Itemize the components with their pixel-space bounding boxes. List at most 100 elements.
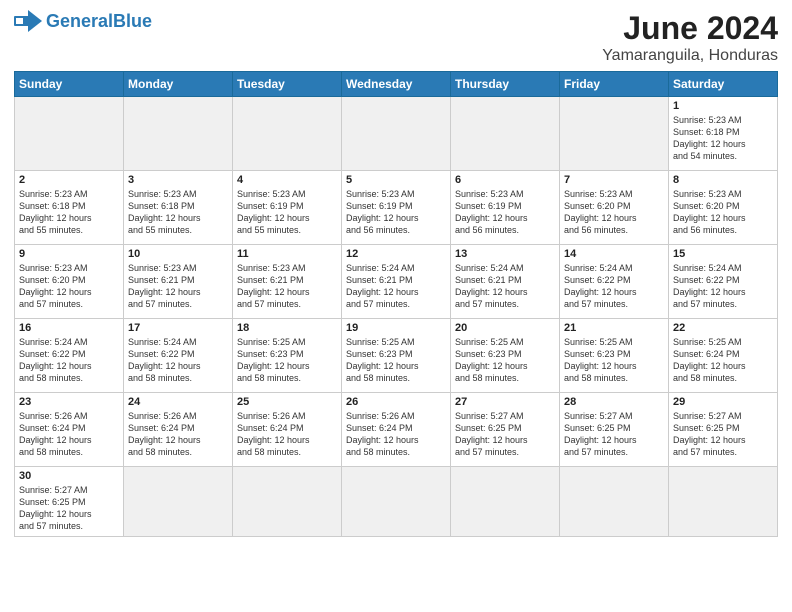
calendar-cell	[233, 467, 342, 537]
calendar-cell	[451, 467, 560, 537]
calendar-week-2: 9 Sunrise: 5:23 AM Sunset: 6:20 PM Daylig…	[15, 245, 778, 319]
day-number: 6	[455, 174, 555, 186]
calendar-cell: 26 Sunrise: 5:26 AM Sunset: 6:24 PM Dayli…	[342, 393, 451, 467]
title-block: June 2024 Yamaranguila, Honduras	[602, 10, 778, 65]
day-info: Sunrise: 5:24 AM Sunset: 6:22 PM Dayligh…	[564, 262, 664, 311]
day-info: Sunrise: 5:27 AM Sunset: 6:25 PM Dayligh…	[564, 410, 664, 459]
day-info: Sunrise: 5:27 AM Sunset: 6:25 PM Dayligh…	[673, 410, 773, 459]
header: GeneralBlue June 2024 Yamaranguila, Hond…	[14, 10, 778, 65]
day-number: 17	[128, 322, 228, 334]
calendar-cell: 3 Sunrise: 5:23 AM Sunset: 6:18 PM Daylig…	[124, 171, 233, 245]
calendar-cell: 30Sunrise: 5:27 AM Sunset: 6:25 PM Dayli…	[15, 467, 124, 537]
calendar-week-5: 30Sunrise: 5:27 AM Sunset: 6:25 PM Dayli…	[15, 467, 778, 537]
day-info: Sunrise: 5:23 AM Sunset: 6:19 PM Dayligh…	[346, 188, 446, 237]
day-number: 11	[237, 248, 337, 260]
calendar-cell: 6 Sunrise: 5:23 AM Sunset: 6:19 PM Daylig…	[451, 171, 560, 245]
day-info: Sunrise: 5:25 AM Sunset: 6:23 PM Dayligh…	[564, 336, 664, 385]
calendar-cell	[124, 467, 233, 537]
calendar-week-0: 1Sunrise: 5:23 AM Sunset: 6:18 PM Daylig…	[15, 97, 778, 171]
calendar-cell: 27 Sunrise: 5:27 AM Sunset: 6:25 PM Dayli…	[451, 393, 560, 467]
day-header-sunday: Sunday	[15, 72, 124, 97]
calendar-cell: 13 Sunrise: 5:24 AM Sunset: 6:21 PM Dayli…	[451, 245, 560, 319]
day-info: Sunrise: 5:26 AM Sunset: 6:24 PM Dayligh…	[237, 410, 337, 459]
calendar-cell: 1Sunrise: 5:23 AM Sunset: 6:18 PM Daylig…	[669, 97, 778, 171]
calendar-cell: 16Sunrise: 5:24 AM Sunset: 6:22 PM Dayli…	[15, 319, 124, 393]
day-header-thursday: Thursday	[451, 72, 560, 97]
day-header-friday: Friday	[560, 72, 669, 97]
day-info: Sunrise: 5:27 AM Sunset: 6:25 PM Dayligh…	[19, 484, 119, 533]
day-number: 3	[128, 174, 228, 186]
calendar-cell: 22 Sunrise: 5:25 AM Sunset: 6:24 PM Dayli…	[669, 319, 778, 393]
day-header-tuesday: Tuesday	[233, 72, 342, 97]
day-info: Sunrise: 5:26 AM Sunset: 6:24 PM Dayligh…	[346, 410, 446, 459]
day-number: 14	[564, 248, 664, 260]
day-number: 19	[346, 322, 446, 334]
calendar-cell: 14 Sunrise: 5:24 AM Sunset: 6:22 PM Dayli…	[560, 245, 669, 319]
day-info: Sunrise: 5:24 AM Sunset: 6:21 PM Dayligh…	[346, 262, 446, 311]
header-row: SundayMondayTuesdayWednesdayThursdayFrid…	[15, 72, 778, 97]
calendar-cell: 5 Sunrise: 5:23 AM Sunset: 6:19 PM Daylig…	[342, 171, 451, 245]
logo: GeneralBlue	[14, 10, 152, 32]
logo-general: General	[46, 11, 113, 31]
calendar-cell: 17 Sunrise: 5:24 AM Sunset: 6:22 PM Dayli…	[124, 319, 233, 393]
calendar-cell: 23Sunrise: 5:26 AM Sunset: 6:24 PM Dayli…	[15, 393, 124, 467]
day-number: 8	[673, 174, 773, 186]
calendar-cell	[124, 97, 233, 171]
page-title: June 2024	[602, 10, 778, 47]
day-info: Sunrise: 5:25 AM Sunset: 6:24 PM Dayligh…	[673, 336, 773, 385]
day-info: Sunrise: 5:26 AM Sunset: 6:24 PM Dayligh…	[128, 410, 228, 459]
day-number: 5	[346, 174, 446, 186]
day-info: Sunrise: 5:24 AM Sunset: 6:21 PM Dayligh…	[455, 262, 555, 311]
calendar-cell: 19 Sunrise: 5:25 AM Sunset: 6:23 PM Dayli…	[342, 319, 451, 393]
calendar-cell: 7Sunrise: 5:23 AM Sunset: 6:20 PM Daylig…	[560, 171, 669, 245]
day-number: 13	[455, 248, 555, 260]
day-info: Sunrise: 5:23 AM Sunset: 6:21 PM Dayligh…	[128, 262, 228, 311]
page: GeneralBlue June 2024 Yamaranguila, Hond…	[0, 0, 792, 547]
day-number: 12	[346, 248, 446, 260]
day-number: 27	[455, 396, 555, 408]
calendar-cell: 24Sunrise: 5:26 AM Sunset: 6:24 PM Dayli…	[124, 393, 233, 467]
logo-text: GeneralBlue	[46, 11, 152, 32]
day-number: 26	[346, 396, 446, 408]
day-info: Sunrise: 5:23 AM Sunset: 6:20 PM Dayligh…	[19, 262, 119, 311]
day-info: Sunrise: 5:27 AM Sunset: 6:25 PM Dayligh…	[455, 410, 555, 459]
calendar-cell: 15 Sunrise: 5:24 AM Sunset: 6:22 PM Dayli…	[669, 245, 778, 319]
day-header-wednesday: Wednesday	[342, 72, 451, 97]
calendar-cell	[233, 97, 342, 171]
day-info: Sunrise: 5:23 AM Sunset: 6:18 PM Dayligh…	[128, 188, 228, 237]
day-number: 22	[673, 322, 773, 334]
day-number: 15	[673, 248, 773, 260]
day-info: Sunrise: 5:23 AM Sunset: 6:20 PM Dayligh…	[673, 188, 773, 237]
day-info: Sunrise: 5:23 AM Sunset: 6:19 PM Dayligh…	[237, 188, 337, 237]
calendar-cell: 8 Sunrise: 5:23 AM Sunset: 6:20 PM Daylig…	[669, 171, 778, 245]
calendar-cell	[560, 97, 669, 171]
calendar-week-1: 2Sunrise: 5:23 AM Sunset: 6:18 PM Daylig…	[15, 171, 778, 245]
day-header-monday: Monday	[124, 72, 233, 97]
day-info: Sunrise: 5:23 AM Sunset: 6:21 PM Dayligh…	[237, 262, 337, 311]
day-number: 28	[564, 396, 664, 408]
day-info: Sunrise: 5:25 AM Sunset: 6:23 PM Dayligh…	[455, 336, 555, 385]
day-info: Sunrise: 5:24 AM Sunset: 6:22 PM Dayligh…	[673, 262, 773, 311]
day-number: 23	[19, 396, 119, 408]
day-number: 20	[455, 322, 555, 334]
day-number: 1	[673, 100, 773, 112]
day-header-saturday: Saturday	[669, 72, 778, 97]
day-info: Sunrise: 5:25 AM Sunset: 6:23 PM Dayligh…	[346, 336, 446, 385]
day-number: 7	[564, 174, 664, 186]
page-subtitle: Yamaranguila, Honduras	[602, 47, 778, 65]
day-number: 4	[237, 174, 337, 186]
calendar-cell	[342, 97, 451, 171]
calendar-cell: 20 Sunrise: 5:25 AM Sunset: 6:23 PM Dayli…	[451, 319, 560, 393]
day-info: Sunrise: 5:24 AM Sunset: 6:22 PM Dayligh…	[128, 336, 228, 385]
calendar-cell	[15, 97, 124, 171]
calendar-cell: 21 Sunrise: 5:25 AM Sunset: 6:23 PM Dayli…	[560, 319, 669, 393]
day-info: Sunrise: 5:23 AM Sunset: 6:19 PM Dayligh…	[455, 188, 555, 237]
day-info: Sunrise: 5:24 AM Sunset: 6:22 PM Dayligh…	[19, 336, 119, 385]
logo-blue: Blue	[113, 11, 152, 31]
calendar-cell	[451, 97, 560, 171]
calendar-cell: 4 Sunrise: 5:23 AM Sunset: 6:19 PM Daylig…	[233, 171, 342, 245]
day-number: 9	[19, 248, 119, 260]
day-number: 21	[564, 322, 664, 334]
calendar-cell: 29Sunrise: 5:27 AM Sunset: 6:25 PM Dayli…	[669, 393, 778, 467]
calendar-cell	[560, 467, 669, 537]
